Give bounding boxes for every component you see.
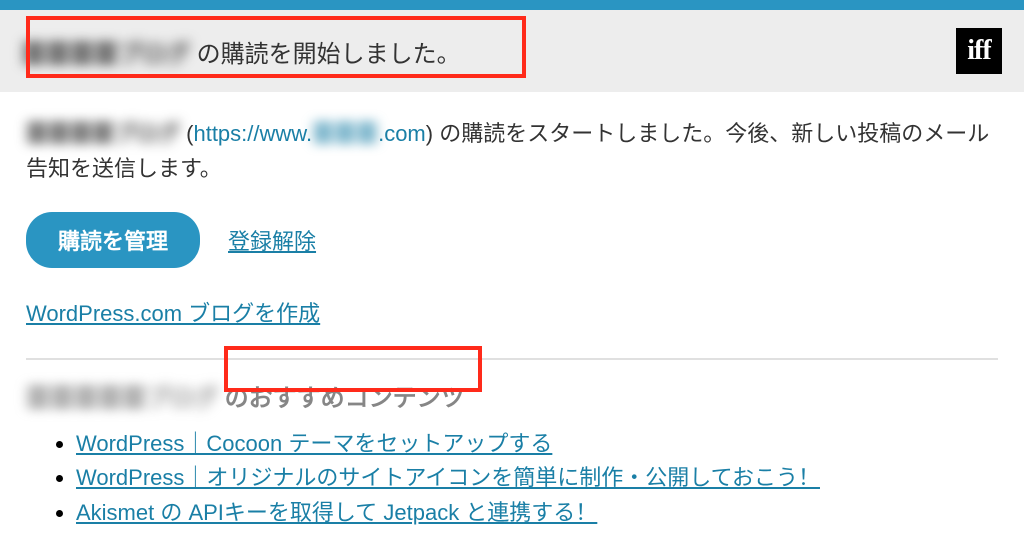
- brand-logo-text: iff: [967, 35, 990, 67]
- lead-blog-name: 〓〓〓〓ブログ: [26, 116, 180, 151]
- blog-name: 〓〓〓〓ブログ: [22, 34, 190, 69]
- recommended-link[interactable]: WordPress｜Cocoon テーマをセットアップする: [76, 431, 552, 456]
- recommended-heading: 〓〓〓〓〓ブログ のおすすめコンテンツ: [26, 378, 998, 413]
- manage-subscription-button[interactable]: 購読を管理: [26, 212, 200, 268]
- unsubscribe-link[interactable]: 登録解除: [228, 224, 316, 256]
- actions-row: 購読を管理 登録解除: [26, 212, 998, 268]
- content: 〓〓〓〓ブログ (https://www.〓〓〓.com) の購読をスタートしま…: [0, 92, 1024, 554]
- lead-text: 〓〓〓〓ブログ (https://www.〓〓〓.com) の購読をスタートしま…: [26, 116, 998, 186]
- recommended-list: WordPress｜Cocoon テーマをセットアップする WordPress｜…: [26, 427, 998, 529]
- list-item: Akismet の APIキーを取得して Jetpack と連携する！: [76, 496, 998, 530]
- rec-heading-suffix: のおすすめコンテンツ: [218, 385, 465, 412]
- notification-header: 〓〓〓〓ブログ の購読を開始しました。 iff: [0, 10, 1024, 92]
- create-blog-row: WordPress.com ブログを作成: [26, 296, 998, 328]
- recommended-link[interactable]: WordPress｜オリジナルのサイトアイコンを簡単に制作・公開しておこう！: [76, 465, 820, 490]
- list-item: WordPress｜オリジナルのサイトアイコンを簡単に制作・公開しておこう！: [76, 461, 998, 495]
- create-blog-link[interactable]: WordPress.com ブログを作成: [26, 301, 320, 326]
- recommended-link[interactable]: Akismet の APIキーを取得して Jetpack と連携する！: [76, 500, 597, 525]
- list-item: WordPress｜Cocoon テーマをセットアップする: [76, 427, 998, 461]
- header-title-suffix: の購読を開始しました。: [190, 41, 461, 68]
- top-accent-bar: [0, 0, 1024, 10]
- lead-paren-close: ): [426, 121, 439, 146]
- header-title: 〓〓〓〓ブログ の購読を開始しました。: [22, 34, 461, 69]
- divider: [26, 358, 998, 360]
- lead-url: https://www.〓〓〓.com: [193, 121, 425, 146]
- brand-logo: iff: [956, 28, 1002, 74]
- lead-paren-open: (: [180, 121, 193, 146]
- rec-blog-name: 〓〓〓〓〓ブログ: [26, 378, 218, 413]
